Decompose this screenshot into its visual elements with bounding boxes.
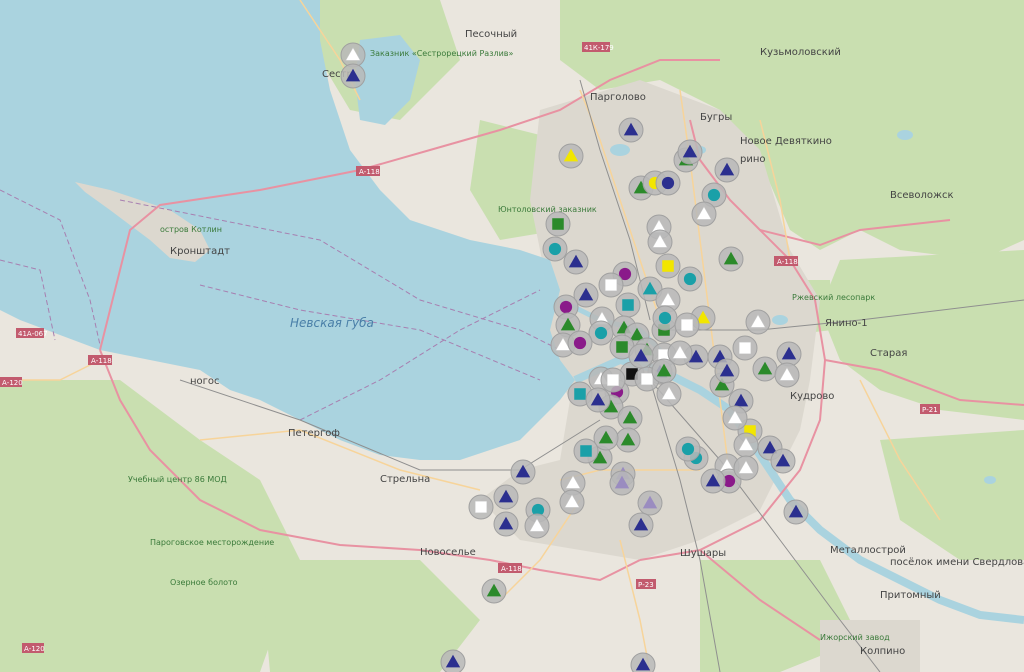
marker-layer: [340, 42, 809, 672]
square-icon: [738, 341, 752, 355]
marker-navy-triangle[interactable]: [783, 499, 809, 525]
marker-navy-triangle[interactable]: [563, 249, 589, 275]
square-icon: [606, 373, 620, 387]
marker-navy-triangle[interactable]: [628, 512, 654, 538]
marker-yellow-square[interactable]: [655, 253, 681, 279]
marker-navy-triangle[interactable]: [628, 343, 654, 369]
square-icon: [622, 299, 634, 311]
marker-navy-triangle[interactable]: [493, 484, 519, 510]
circle-icon: [661, 176, 675, 190]
marker-purple-circle[interactable]: [567, 330, 593, 356]
marker-green-triangle[interactable]: [615, 427, 641, 453]
marker-navy-circle[interactable]: [655, 170, 681, 196]
marker-green-triangle[interactable]: [718, 246, 744, 272]
marker-white-square[interactable]: [468, 494, 494, 520]
marker-navy-triangle[interactable]: [630, 652, 656, 672]
marker-white-triangle[interactable]: [524, 513, 550, 539]
circle-icon: [707, 188, 721, 202]
marker-teal-square[interactable]: [615, 292, 641, 318]
square-icon: [580, 445, 592, 457]
marker-white-triangle[interactable]: [340, 42, 366, 68]
marker-lavender-triangle[interactable]: [637, 490, 663, 516]
marker-white-triangle[interactable]: [559, 489, 585, 515]
marker-green-triangle[interactable]: [481, 578, 507, 604]
square-icon: [574, 388, 586, 400]
marker-white-square[interactable]: [598, 272, 624, 298]
circle-icon: [573, 336, 587, 350]
circle-icon: [594, 326, 608, 340]
marker-navy-triangle[interactable]: [618, 117, 644, 143]
marker-teal-circle[interactable]: [542, 236, 568, 262]
marker-teal-square[interactable]: [573, 438, 599, 464]
square-icon: [474, 500, 488, 514]
circle-icon: [548, 242, 562, 256]
marker-lavender-triangle[interactable]: [609, 470, 635, 496]
marker-navy-triangle[interactable]: [700, 468, 726, 494]
square-icon: [640, 372, 654, 386]
square-icon: [616, 341, 628, 353]
marker-navy-triangle[interactable]: [493, 511, 519, 537]
marker-white-triangle[interactable]: [733, 432, 759, 458]
square-icon: [604, 278, 618, 292]
marker-white-triangle[interactable]: [745, 309, 771, 335]
marker-white-triangle[interactable]: [691, 201, 717, 227]
marker-navy-triangle[interactable]: [770, 448, 796, 474]
marker-white-square[interactable]: [732, 335, 758, 361]
circle-icon: [683, 272, 697, 286]
marker-green-triangle[interactable]: [651, 358, 677, 384]
marker-navy-triangle[interactable]: [340, 63, 366, 89]
marker-navy-triangle[interactable]: [776, 341, 802, 367]
marker-teal-circle[interactable]: [675, 436, 701, 462]
marker-white-square[interactable]: [600, 367, 626, 393]
square-icon: [662, 260, 674, 272]
marker-navy-triangle[interactable]: [440, 649, 466, 672]
marker-teal-circle[interactable]: [677, 266, 703, 292]
marker-white-triangle[interactable]: [722, 405, 748, 431]
marker-navy-triangle[interactable]: [714, 157, 740, 183]
marker-teal-circle[interactable]: [652, 305, 678, 331]
square-icon: [552, 218, 564, 230]
circle-icon: [559, 300, 573, 314]
marker-white-triangle[interactable]: [647, 229, 673, 255]
marker-yellow-triangle[interactable]: [558, 143, 584, 169]
marker-white-triangle[interactable]: [656, 381, 682, 407]
marker-navy-triangle[interactable]: [677, 139, 703, 165]
marker-teal-circle[interactable]: [588, 320, 614, 346]
marker-green-square[interactable]: [545, 211, 571, 237]
marker-green-triangle[interactable]: [752, 356, 778, 382]
marker-navy-triangle[interactable]: [714, 358, 740, 384]
marker-white-triangle[interactable]: [733, 455, 759, 481]
marker-navy-triangle[interactable]: [510, 459, 536, 485]
circle-icon: [658, 311, 672, 325]
map-canvas[interactable]: Невская губа Песочный Парголово Кузьмоло…: [0, 0, 1024, 672]
marker-white-triangle[interactable]: [774, 362, 800, 388]
marker-navy-triangle[interactable]: [585, 387, 611, 413]
circle-icon: [681, 442, 695, 456]
marker-white-square[interactable]: [674, 312, 700, 338]
marker-green-triangle[interactable]: [617, 405, 643, 431]
square-icon: [680, 318, 694, 332]
